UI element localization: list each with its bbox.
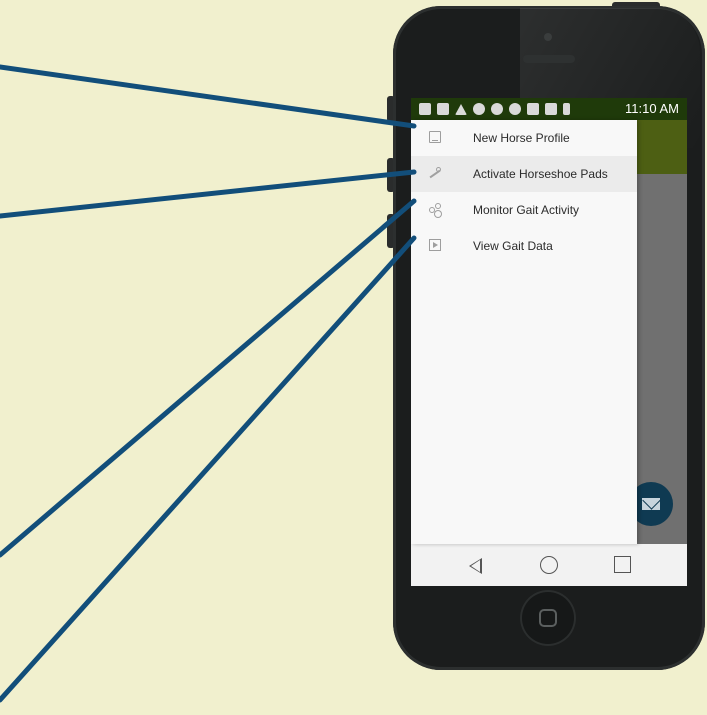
back-icon[interactable] [465, 555, 485, 575]
status-bar: 11:10 AM [411, 98, 687, 120]
signal-icon [545, 103, 557, 115]
drawer-item-activate-horseshoe-pads[interactable]: Activate Horseshoe Pads [411, 156, 637, 192]
wrench-icon [429, 167, 441, 179]
drawer-item-label: Monitor Gait Activity [473, 203, 580, 217]
mail-icon [642, 498, 660, 510]
slideshow-icon [429, 239, 441, 251]
home-icon[interactable] [539, 555, 559, 575]
image-notification-icon [437, 103, 449, 115]
earpiece-speaker [523, 55, 575, 63]
drawer-item-label: Activate Horseshoe Pads [473, 167, 608, 181]
callout-line-view-gait-data [0, 235, 417, 703]
front-camera [544, 33, 552, 41]
status-icons [419, 101, 570, 117]
drawer-item-view-gait-data[interactable]: View Gait Data [411, 228, 637, 264]
callout-line-new-horse-profile [0, 64, 417, 129]
wifi-icon [509, 103, 521, 115]
data-saver-icon [527, 103, 539, 115]
phone-home-button[interactable] [520, 590, 576, 646]
recents-icon[interactable] [613, 555, 633, 575]
callout-line-activate-pads [0, 169, 417, 219]
drawer-item-monitor-gait-activity[interactable]: Monitor Gait Activity [411, 192, 637, 228]
drawer-item-label: View Gait Data [473, 239, 553, 253]
drawer-item-label: New Horse Profile [473, 131, 570, 145]
battery-icon [563, 103, 570, 115]
notification-icon [419, 103, 431, 115]
bluetooth-icon [491, 103, 503, 115]
drawer-item-new-horse-profile[interactable]: New Horse Profile [411, 120, 637, 156]
vpn-icon [473, 103, 485, 115]
share-icon [429, 203, 441, 215]
callout-line-monitor-gait [0, 198, 417, 558]
image-icon [429, 131, 441, 143]
phone-screen: 11:10 AM New Horse Profile Activate Hors… [411, 98, 687, 586]
warning-icon [455, 103, 467, 115]
android-nav-bar [411, 544, 687, 586]
navigation-drawer: New Horse Profile Activate Horseshoe Pad… [411, 120, 637, 544]
status-time: 11:10 AM [625, 101, 679, 116]
